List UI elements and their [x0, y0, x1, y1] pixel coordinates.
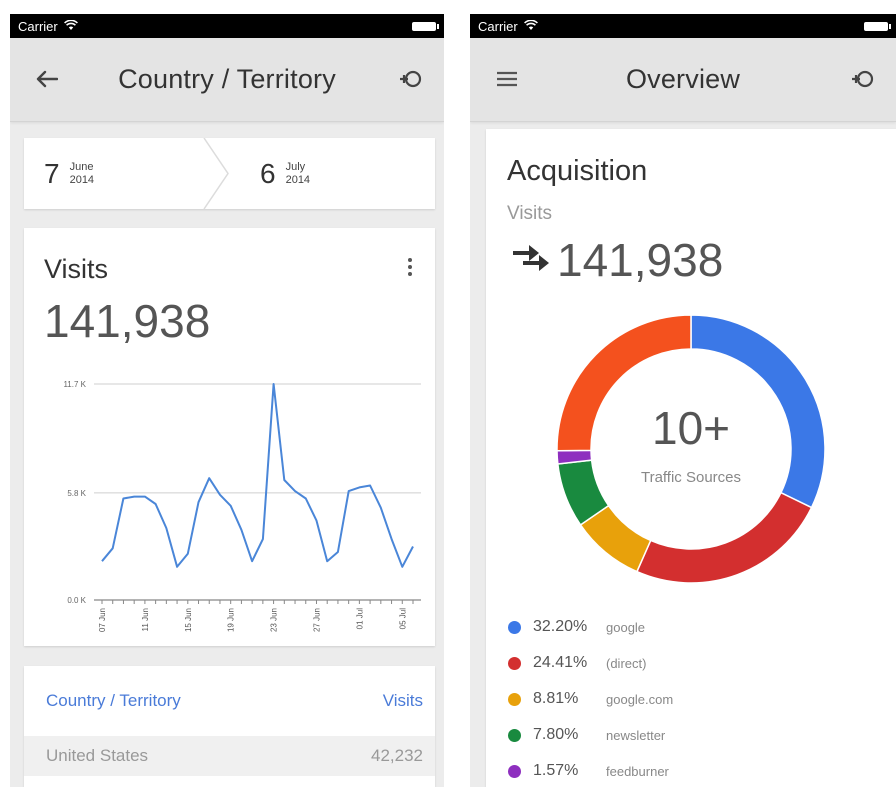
x-tick-label: 05 Jul	[398, 608, 407, 630]
acquisition-title: Acquisition	[507, 155, 648, 187]
legend-source-name: google	[606, 619, 646, 635]
y-tick-label: 5.8 K	[67, 489, 86, 498]
x-tick-label: 19 Jun	[227, 608, 236, 632]
legend-item[interactable]: 1.57% feedburner	[508, 753, 673, 787]
start-year: 2014	[69, 173, 95, 186]
carrier-label: Carrier	[18, 18, 58, 34]
legend-source-name: feedburner	[606, 763, 669, 779]
legend-percent: 24.41%	[533, 654, 588, 671]
x-tick-label: 27 Jun	[312, 608, 321, 632]
end-day: 6	[260, 157, 276, 189]
legend-dot-icon	[508, 692, 521, 706]
legend-percent: 7.80%	[533, 726, 579, 743]
x-tick-label: 23 Jun	[270, 608, 279, 632]
date-range-picker[interactable]: 7 June 2014 6 July 2014	[24, 138, 435, 209]
nav-bar: Country / Territory	[10, 38, 444, 122]
nav-bar: Overview	[470, 38, 896, 122]
y-tick-label: 0.0 K	[67, 596, 86, 605]
refresh-icon[interactable]	[396, 64, 426, 94]
phone-screen-overview: Carrier Overview Acquisition Visits 141,…	[470, 14, 896, 787]
legend-source-name: newsletter	[606, 727, 666, 743]
visits-card-title: Visits	[44, 254, 109, 284]
legend-source-name: google.com	[606, 691, 674, 707]
carrier-label: Carrier	[478, 18, 518, 34]
x-tick-label: 15 Jun	[184, 608, 193, 632]
x-tick-label: 07 Jun	[98, 608, 107, 632]
acquisition-total-value: 141,938	[557, 234, 724, 286]
legend-dot-icon	[508, 656, 521, 670]
donut-center-label: Traffic Sources	[640, 469, 742, 486]
row-visits: 42,232	[371, 746, 423, 765]
visits-total: 141,938	[44, 295, 211, 347]
traffic-sources-legend: 32.20% google 24.41% (direct) 8.81% google.co…	[508, 609, 673, 787]
back-arrow-icon[interactable]	[32, 64, 62, 94]
donut-center-number: 10+	[651, 402, 731, 454]
page-title: Overview	[625, 64, 741, 94]
table-row[interactable]: United States 42,232	[24, 736, 435, 776]
legend-percent: 32.20%	[533, 618, 588, 635]
refresh-icon[interactable]	[848, 64, 878, 94]
visits-line-chart: 0.0 K 5.8 K 11.7 K 07 Jun 11 Jun 15 Jun 19 Jun…	[63, 380, 421, 632]
start-month: June	[69, 160, 94, 173]
battery-icon	[864, 22, 891, 31]
row-country: United States	[46, 746, 149, 765]
start-day: 7	[44, 157, 60, 189]
legend-item[interactable]: 32.20% google	[508, 609, 673, 645]
acquisition-total: 141,938	[511, 233, 723, 287]
donut-slice-direct	[635, 491, 813, 584]
legend-percent: 8.81%	[533, 690, 579, 707]
end-month: July	[285, 160, 306, 173]
wifi-icon	[523, 19, 538, 34]
y-tick-label: 11.7 K	[63, 380, 86, 389]
visits-card: Visits 141,938 0.0 K 5.8 K 11.7 K 07 Jun 11 …	[24, 228, 435, 646]
end-year: 2014	[285, 173, 311, 186]
legend-item[interactable]: 8.81% google.com	[508, 681, 673, 717]
legend-dot-icon	[508, 764, 521, 778]
series-line	[101, 383, 414, 568]
table-header: Country / Territory Visits	[24, 666, 435, 736]
phone-screen-country: Carrier Country / Territory 7 June 2014 …	[10, 14, 444, 787]
column-header-country[interactable]: Country / Territory	[46, 691, 181, 711]
legend-percent: 1.57%	[533, 762, 579, 779]
page-title: Country / Territory	[118, 64, 336, 94]
start-date[interactable]: 7 June 2014	[44, 138, 94, 209]
country-table: Country / Territory Visits United States…	[24, 666, 435, 787]
end-date[interactable]: 6 July 2014	[260, 138, 310, 209]
acquisition-subtitle: Visits	[507, 203, 553, 224]
x-tick-label: 01 Jul	[355, 608, 364, 630]
acquisition-arrows-icon	[511, 241, 551, 280]
battery-icon	[412, 22, 439, 31]
status-bar: Carrier	[10, 14, 444, 38]
status-bar: Carrier	[470, 14, 896, 38]
date-divider-chevron	[203, 138, 229, 209]
x-tick-label: 11 Jun	[141, 608, 150, 631]
more-options-icon[interactable]	[405, 258, 415, 280]
legend-dot-icon	[508, 620, 521, 634]
legend-item[interactable]: 7.80% newsletter	[508, 717, 673, 753]
column-header-visits[interactable]: Visits	[383, 691, 423, 711]
acquisition-card: Acquisition Visits 141,938 10+ Traffic S…	[486, 129, 896, 787]
legend-item[interactable]: 24.41% (direct)	[508, 645, 673, 681]
wifi-icon	[63, 19, 78, 34]
hamburger-menu-icon[interactable]	[492, 64, 522, 94]
legend-dot-icon	[508, 728, 521, 742]
legend-source-name: (direct)	[606, 655, 647, 671]
